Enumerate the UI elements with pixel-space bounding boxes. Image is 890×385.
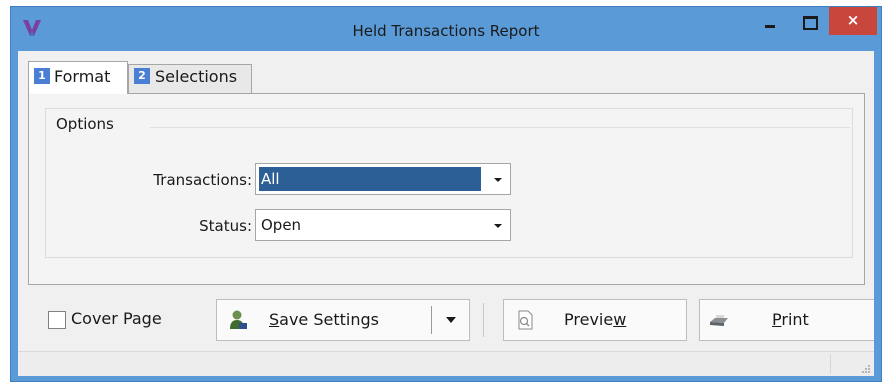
document-preview-icon (518, 310, 533, 330)
save-settings-split-button: Save Settings (216, 299, 470, 341)
user-save-icon (230, 310, 247, 329)
format-tab-panel: Options Transactions: All Status: Open (28, 93, 865, 285)
status-label: Status: (199, 217, 252, 235)
preview-label: Preview (564, 310, 627, 329)
save-settings-button[interactable]: Save Settings (217, 300, 431, 340)
chevron-down-icon[interactable] (494, 178, 502, 182)
save-settings-label: Save Settings (269, 310, 379, 329)
maximize-button[interactable] (791, 7, 827, 35)
tab-format[interactable]: 1 Format (28, 61, 128, 94)
window-client-area: 1 Format 2 Selections Options Transactio… (18, 51, 874, 376)
print-button[interactable]: Print (699, 299, 874, 341)
status-selected-value: Open (261, 216, 302, 234)
tab-selections[interactable]: 2 Selections (128, 64, 252, 93)
chevron-down-icon[interactable] (494, 224, 502, 228)
preview-button[interactable]: Preview (503, 299, 687, 341)
status-dropdown[interactable]: Open (255, 209, 511, 241)
close-button[interactable]: × (829, 7, 877, 35)
status-bar-divider (830, 354, 831, 374)
resize-grip-icon[interactable] (860, 363, 870, 373)
options-divider (150, 127, 850, 128)
save-settings-dropdown-button[interactable] (432, 300, 470, 340)
cover-page-checkbox[interactable] (48, 311, 66, 329)
tab-label: Format (54, 67, 111, 86)
transactions-label: Transactions: (153, 171, 252, 189)
cover-page-label[interactable]: Cover Page (71, 309, 162, 328)
report-window: Held Transactions Report × 1 Format 2 Se… (10, 6, 882, 382)
status-bar (18, 351, 874, 376)
options-group-label: Options (56, 115, 114, 133)
print-label: Print (772, 310, 809, 329)
button-separator (483, 303, 484, 337)
minimize-button[interactable] (749, 7, 789, 35)
tab-number-badge: 2 (134, 68, 150, 84)
transactions-dropdown[interactable]: All (255, 163, 511, 195)
tab-number-badge: 1 (34, 68, 50, 84)
options-group: Options Transactions: All Status: Open (45, 108, 853, 258)
title-bar[interactable]: Held Transactions Report × (11, 7, 881, 51)
transactions-selected-value: All (259, 167, 481, 191)
tab-label: Selections (155, 67, 238, 86)
printer-icon (710, 315, 728, 326)
